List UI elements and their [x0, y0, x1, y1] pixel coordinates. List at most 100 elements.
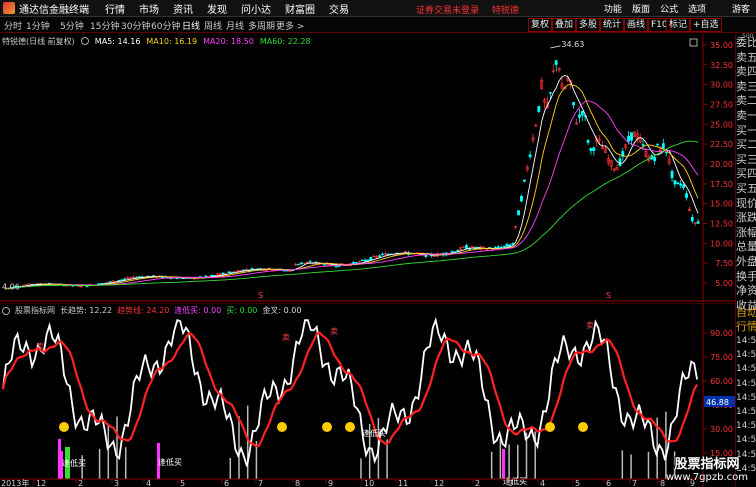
candle-body: [653, 157, 657, 162]
low-buy-label: 逢低买: [503, 476, 527, 486]
volume-bar: [517, 444, 519, 479]
side-label: 买二: [736, 138, 756, 152]
menu-item-quotes[interactable]: 行情: [105, 1, 125, 16]
period-5min[interactable]: 5分钟: [60, 19, 84, 32]
watermark: 股票指标网 www.7gpzb.com: [658, 453, 756, 483]
menu-bar: 通达信金融终端 行情 市场 资讯 发现 问小达 财富圈 交易 证券交易未登录 特…: [0, 0, 756, 17]
volume-bar: [508, 444, 510, 479]
time-axis-month: 4: [146, 479, 151, 487]
menu-item-wealth[interactable]: 财富圈: [285, 1, 315, 16]
price-chart[interactable]: 35.00 32.50 30.00 27.50 25.00 22.50 20.00 17.50…: [0, 34, 735, 302]
time-axis-month: 12: [36, 479, 46, 487]
statistics-button[interactable]: 统计: [600, 18, 625, 32]
menu-item-discover[interactable]: 发现: [207, 1, 227, 16]
indicator-y-tick-label: 75.00: [710, 353, 733, 362]
period-monthly[interactable]: 月线: [226, 19, 244, 32]
low-buy-label: 逢低买: [158, 457, 182, 467]
menu-layout[interactable]: 版面: [632, 2, 650, 15]
candle-body: [456, 250, 460, 252]
side-label: 外盘: [736, 254, 756, 268]
price-y-tick-label: 10.00: [710, 239, 733, 248]
candle-body: [586, 140, 590, 143]
adjust-button[interactable]: 复权: [528, 18, 553, 32]
price-y-tick-label: 15.00: [710, 200, 733, 209]
smiley-icon: [277, 422, 287, 432]
menu-function[interactable]: 功能: [604, 2, 622, 15]
candle-body: [537, 106, 541, 112]
candle-body: [520, 195, 523, 202]
price-legend: 特锐德(日线 前复权) MA5: 14.16 MA10: 16.19 MA20:…: [2, 35, 311, 47]
overlay-button[interactable]: 叠加: [552, 18, 577, 32]
candle-body: [378, 255, 381, 257]
add-favorite-button[interactable]: +自选: [690, 18, 722, 32]
indicator-settings-icon[interactable]: [2, 306, 10, 315]
low-buy-label: 逢低买: [62, 458, 86, 468]
period-30min[interactable]: 30分钟: [121, 19, 150, 32]
price-y-tick-label: 25.00: [710, 120, 733, 129]
candle-body: [508, 244, 512, 247]
period-intraday[interactable]: 分时: [4, 19, 22, 32]
multi-stock-button[interactable]: 多股: [576, 18, 601, 32]
volume-bar: [621, 450, 624, 479]
side-mode-label: 自动: [736, 306, 756, 319]
candle-body: [250, 268, 254, 270]
period-weekly[interactable]: 周线: [204, 19, 222, 32]
indicator-bg: [0, 303, 735, 487]
side-mode-label: 行情: [736, 320, 756, 333]
event-marker: S: [606, 291, 611, 300]
volume-bar: [116, 416, 118, 479]
period-multi[interactable]: 多周期: [248, 19, 275, 32]
candle-body: [690, 216, 694, 222]
candle-body: [210, 275, 214, 277]
period-60min[interactable]: 60分钟: [151, 19, 180, 32]
volume-bar: [647, 451, 650, 479]
sell-label: 卖: [36, 342, 44, 351]
stock-label: 特锐德(日线 前复权): [2, 36, 75, 46]
period-more[interactable]: 更多 >: [276, 19, 304, 32]
time-axis-month: 12: [434, 479, 444, 487]
side-tick-time: 14:50: [736, 407, 756, 418]
candle-body: [664, 151, 668, 154]
candle-body: [360, 259, 364, 262]
menu-formula[interactable]: 公式: [660, 2, 678, 15]
candle-body: [572, 102, 575, 106]
indicator-golden-cross-label: 金叉: 0.00: [262, 306, 302, 315]
menu-item-news[interactable]: 资讯: [173, 1, 193, 16]
price-y-tick-label: 30.00: [710, 81, 733, 90]
side-tick-time: 14:50: [736, 421, 756, 432]
indicator-chart[interactable]: 90.0075.0060.0045.0030.0015.0046.88逢低买逢低…: [0, 303, 735, 487]
menu-item-market[interactable]: 市场: [139, 1, 159, 16]
period-15min[interactable]: 15分钟: [90, 19, 119, 32]
volume-bar: [229, 457, 232, 479]
period-1min[interactable]: 1分钟: [26, 19, 50, 32]
sell-label: 卖: [586, 321, 594, 330]
period-daily[interactable]: 日线: [182, 19, 200, 32]
trade-login-notice[interactable]: 证券交易未登录 特锐德: [416, 3, 519, 16]
draw-line-button[interactable]: 画线: [624, 18, 649, 32]
time-axis-month: 5: [180, 479, 185, 487]
menu-guest[interactable]: 游客: [732, 2, 750, 15]
low-price-label: 4.06: [2, 282, 20, 291]
mark-button[interactable]: 标记: [666, 18, 691, 32]
legend-settings-icon[interactable]: [80, 37, 89, 45]
candle-body: [366, 259, 370, 262]
corner-badge: 500: [742, 33, 754, 40]
smiley-icon: [59, 422, 69, 432]
candle-body: [554, 60, 558, 65]
candle-body: [227, 271, 231, 273]
time-axis-month: 8: [295, 479, 300, 487]
candle-body: [618, 158, 622, 166]
candle-body: [682, 184, 686, 188]
candle-body: [334, 265, 338, 268]
current-value-text: 46.88: [706, 398, 729, 407]
menu-item-ask[interactable]: 问小达: [241, 1, 271, 16]
volume-bar: [630, 454, 632, 479]
menu-item-trade[interactable]: 交易: [329, 1, 349, 16]
volume-bar: [238, 416, 240, 479]
indicator-y-tick-label: 90.00: [710, 329, 733, 338]
indicator-y-tick-label: 30.00: [710, 425, 733, 434]
ma20-label: MA20: 18.50: [203, 36, 254, 46]
candle-body: [673, 180, 677, 185]
side-label: 买一: [736, 123, 756, 137]
menu-options[interactable]: 选项: [688, 2, 706, 15]
